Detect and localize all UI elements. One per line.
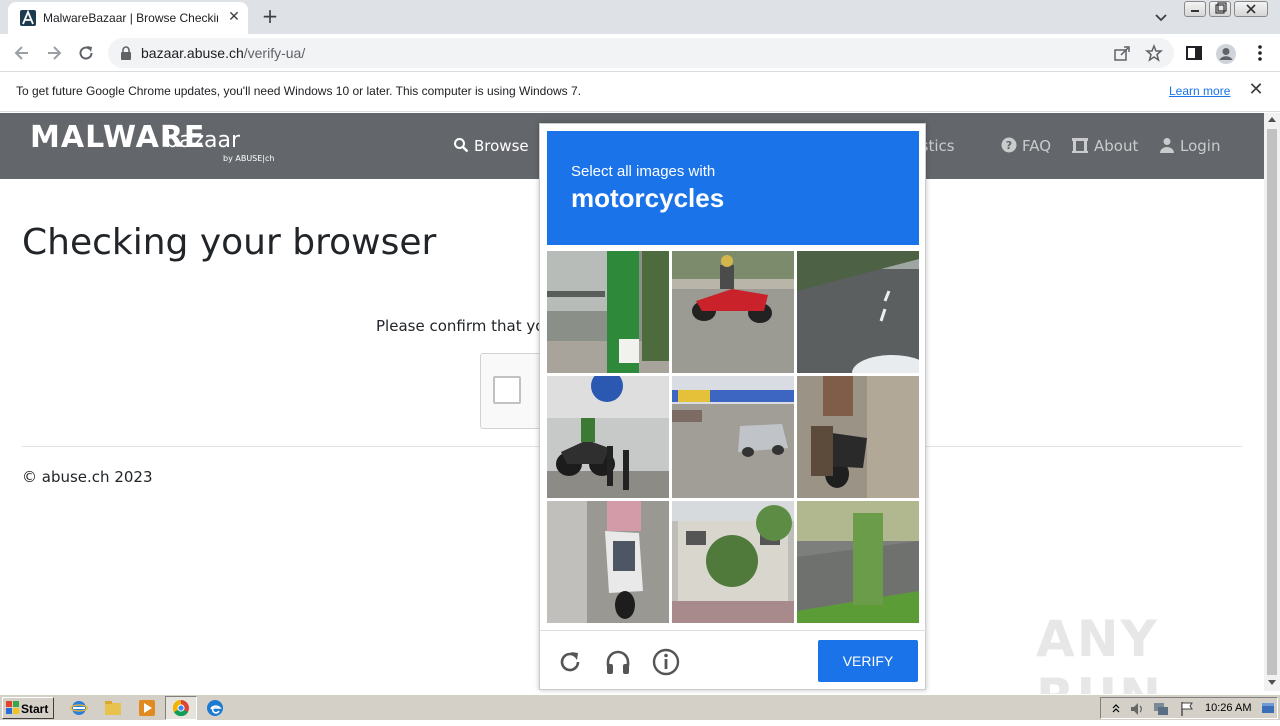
back-arrow-icon[interactable] [12,43,32,63]
svg-text:?: ? [1006,139,1012,152]
start-button[interactable]: Start [2,697,54,719]
recaptcha-checkbox[interactable] [493,376,521,404]
bookmark-star-icon[interactable] [1145,44,1163,62]
footer-copyright: © abuse.ch 2023 [22,468,153,486]
taskbar-chrome-button[interactable] [165,696,197,720]
side-panel-icon[interactable] [1184,43,1204,63]
reload-icon[interactable] [76,43,96,63]
captcha-target-word: motorcycles [571,183,725,213]
scrollbar-thumb[interactable] [1267,129,1277,675]
question-circle-icon: ? [1001,137,1017,153]
tab-title: MalwareBazaar | Browse Checking y [43,11,218,25]
captcha-prompt: Select all images with [571,163,716,180]
captcha-challenge-popup: Select all images with motorcycles VERIF… [539,123,927,690]
nav-about-label: About [1094,137,1139,155]
captcha-footer-divider [540,630,927,631]
update-infobar: To get future Google Chrome updates, you… [0,72,1280,112]
site-favicon-icon [20,10,36,26]
file-explorer-icon[interactable] [104,699,122,717]
kebab-menu-icon[interactable] [1250,43,1270,63]
browser-tab[interactable]: MalwareBazaar | Browse Checking y ✕ [8,2,248,34]
tab-close-icon[interactable]: ✕ [226,9,242,25]
logo-by-abuse: by ABUSE|ch [223,154,275,163]
url-path: /verify-ua/ [243,45,306,61]
internet-explorer-icon[interactable] [70,699,88,717]
user-icon [1159,137,1175,153]
forward-arrow-icon[interactable] [44,43,64,63]
tray-expand-icon[interactable] [1111,702,1121,714]
window-restore-button[interactable] [1209,1,1231,17]
captcha-tile-roadside-bush[interactable] [797,501,919,623]
windows-taskbar: Start 10:26 AM [0,694,1280,720]
media-player-icon[interactable] [138,699,156,717]
captcha-tile-white-scooter[interactable] [547,501,669,623]
nav-browse-label: Browse [474,137,529,155]
info-icon[interactable] [652,648,680,676]
captcha-tile-street-sign[interactable] [547,251,669,373]
taskbar-clock[interactable]: 10:26 AM [1205,702,1251,714]
tab-strip: MalwareBazaar | Browse Checking y ✕ + [0,0,1280,34]
tab-search-chevron-icon[interactable] [1152,8,1170,26]
infobar-message: To get future Google Chrome updates, you… [16,84,582,98]
show-desktop-icon[interactable] [1261,701,1275,715]
address-bar[interactable]: bazaar.abuse.ch/verify-ua/ [108,38,1174,68]
share-icon[interactable] [1113,44,1131,62]
edge-icon[interactable] [206,699,224,717]
url-host: bazaar.abuse.ch [141,45,244,61]
volume-icon[interactable] [1129,701,1145,717]
nav-faq-label: FAQ [1022,137,1052,155]
window-close-button[interactable] [1234,1,1268,17]
page-scrollbar[interactable] [1264,113,1280,691]
building-icon [1071,137,1089,153]
nav-browse[interactable]: Browse [453,137,529,155]
learn-more-link[interactable]: Learn more [1169,84,1230,98]
start-label: Start [21,702,49,716]
nav-about[interactable]: About [1071,137,1138,155]
infobar-close-icon[interactable]: ✕ [1248,81,1264,99]
nav-login-label: Login [1180,137,1221,155]
captcha-header: Select all images with motorcycles [547,131,919,245]
headphones-icon[interactable] [604,648,632,676]
verify-button[interactable]: VERIFY [818,640,918,682]
nav-login[interactable]: Login [1159,137,1220,155]
reload-icon[interactable] [556,648,584,676]
profile-avatar-icon[interactable] [1215,43,1236,64]
nav-faq[interactable]: ? FAQ [1001,137,1051,155]
captcha-tile-empty-road[interactable] [797,251,919,373]
confirm-message: Please confirm that you [376,317,554,335]
scroll-up-arrow-icon[interactable] [1268,117,1276,122]
url-text: bazaar.abuse.ch/verify-ua/ [141,45,305,61]
browser-toolbar: bazaar.abuse.ch/verify-ua/ [0,34,1280,72]
network-icon[interactable] [1153,701,1169,717]
logo-bazaar[interactable]: bazaar [165,128,240,153]
new-tab-icon[interactable]: + [260,6,280,26]
captcha-tile-person-on-scooter[interactable] [797,376,919,498]
action-center-flag-icon[interactable] [1179,701,1195,717]
captcha-tile-building-trees[interactable] [672,501,794,623]
search-icon [453,137,469,153]
lock-icon[interactable] [120,46,132,60]
captcha-tile-motorcycle-street[interactable] [547,376,669,498]
window-minimize-button[interactable] [1184,1,1206,17]
page-title: Checking your browser [22,222,437,263]
windows-logo-icon [6,701,20,715]
captcha-tile-street-traffic[interactable] [672,376,794,498]
chrome-icon [172,699,190,717]
captcha-tile-red-scooter[interactable] [672,251,794,373]
system-tray: 10:26 AM [1100,697,1278,719]
